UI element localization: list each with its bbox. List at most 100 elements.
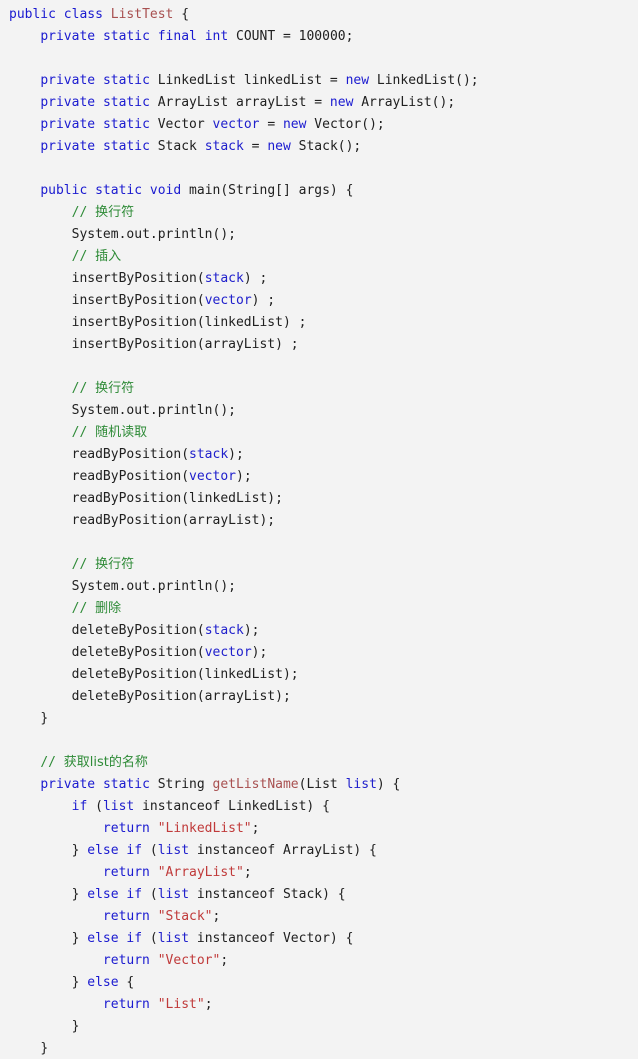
code-line[interactable]: // 随机读取 [0,422,638,444]
code-line[interactable]: } else if (list instanceof ArrayList) { [0,840,638,862]
code-line[interactable]: private static ArrayList arrayList = new… [0,92,638,114]
code-line[interactable]: } [0,708,638,730]
code-token-plain: readByPosition(linkedList); [71,491,283,506]
code-line[interactable]: // 获取list的名称 [0,752,638,774]
code-token-plain: insertByPosition(linkedList) ; [71,315,307,330]
code-line[interactable]: } [0,1016,638,1038]
code-token-cmt: // [71,557,96,572]
code-line[interactable]: deleteByPosition(arrayList); [0,686,638,708]
code-line[interactable]: } [0,1038,638,1059]
code-line[interactable]: insertByPosition(linkedList) ; [0,312,638,334]
code-token-plain: Stack(); [298,139,362,154]
code-token-plain: instanceof Vector) { [189,931,354,946]
code-token-plain: insertByPosition( [71,293,205,308]
code-line[interactable]: System.out.println(); [0,224,638,246]
code-line[interactable] [0,356,638,378]
code-token-kw: final [157,29,205,44]
code-token-plain: ( [95,799,103,814]
code-line[interactable] [0,730,638,752]
code-token-kw: public [40,183,96,198]
code-line[interactable]: deleteByPosition(stack); [0,620,638,642]
code-line[interactable]: private static Stack stack = new Stack()… [0,136,638,158]
code-token-type-dec: ListTest [110,7,174,22]
code-token-kw: else [87,975,127,990]
code-token-kw: static [102,29,158,44]
code-token-kw: int [204,29,237,44]
code-line[interactable]: return "Vector"; [0,950,638,972]
code-token-plain: ( [149,843,158,858]
code-line[interactable] [0,158,638,180]
code-token-plain: insertByPosition(arrayList) ; [71,337,299,352]
code-line[interactable]: } else if (list instanceof Stack) { [0,884,638,906]
code-line[interactable]: insertByPosition(stack) ; [0,268,638,290]
code-line[interactable]: // 删除 [0,598,638,620]
code-line[interactable]: // 换行符 [0,202,638,224]
code-token-plain: = [243,139,268,154]
code-line[interactable]: System.out.println(); [0,400,638,422]
code-line[interactable]: insertByPosition(vector) ; [0,290,638,312]
code-line[interactable]: deleteByPosition(vector); [0,642,638,664]
code-line[interactable]: readByPosition(stack); [0,444,638,466]
code-token-var-hl: stack [204,623,244,638]
code-token-kw: private [40,117,103,132]
code-token-cmt: // [71,249,96,264]
code-line[interactable]: return "ArrayList"; [0,862,638,884]
code-line[interactable] [0,532,638,554]
code-token-cmt cmt-cjk: 随机读取 [95,425,148,440]
code-line[interactable]: // 换行符 [0,378,638,400]
code-line[interactable]: public class ListTest { [0,4,638,26]
code-token-method-dec: getListName [212,777,299,792]
code-line[interactable]: public static void main(String[] args) { [0,180,638,202]
code-line[interactable] [0,48,638,70]
code-token-plain: ; [251,821,260,836]
code-line[interactable]: return "List"; [0,994,638,1016]
code-token-plain: deleteByPosition(linkedList); [71,667,299,682]
code-line[interactable]: deleteByPosition(linkedList); [0,664,638,686]
code-line[interactable]: // 换行符 [0,554,638,576]
code-line[interactable]: return "LinkedList"; [0,818,638,840]
code-token-plain: (List [298,777,346,792]
code-line[interactable]: return "Stack"; [0,906,638,928]
code-token-cmt cmt-cjk: 获取list的名称 [63,755,148,770]
code-line[interactable]: if (list instanceof LinkedList) { [0,796,638,818]
code-line[interactable]: private static LinkedList linkedList = n… [0,70,638,92]
code-line[interactable]: private static String getListName(List l… [0,774,638,796]
code-token-plain: ; [345,29,354,44]
code-token-kw: static [102,117,158,132]
code-token-var-hl: stack [204,271,244,286]
code-line[interactable]: private static Vector vector = new Vecto… [0,114,638,136]
code-line[interactable]: readByPosition(linkedList); [0,488,638,510]
code-line[interactable]: private static final int COUNT = 100000; [0,26,638,48]
code-token-plain: ) ; [251,293,276,308]
code-line[interactable]: } else { [0,972,638,994]
code-line[interactable]: readByPosition(arrayList); [0,510,638,532]
code-line[interactable]: readByPosition(vector); [0,466,638,488]
code-token-cmt: // [71,381,96,396]
code-token-kw: new [282,117,315,132]
code-token-plain: { [126,975,135,990]
code-token-plain: ); [251,645,268,660]
code-token-plain: LinkedList(); [376,73,479,88]
code-line[interactable]: } else if (list instanceof Vector) { [0,928,638,950]
code-token-plain: deleteByPosition(arrayList); [71,689,291,704]
code-editor-view[interactable]: public class ListTest { private static f… [0,0,638,1059]
code-token-cmt cmt-cjk: 插入 [95,249,122,264]
code-token-plain: } [71,931,88,946]
code-token-plain: System.out.println(); [71,403,236,418]
code-line[interactable]: System.out.println(); [0,576,638,598]
code-token-var-hl: stack [189,447,229,462]
code-line[interactable]: // 插入 [0,246,638,268]
code-line[interactable]: insertByPosition(arrayList) ; [0,334,638,356]
